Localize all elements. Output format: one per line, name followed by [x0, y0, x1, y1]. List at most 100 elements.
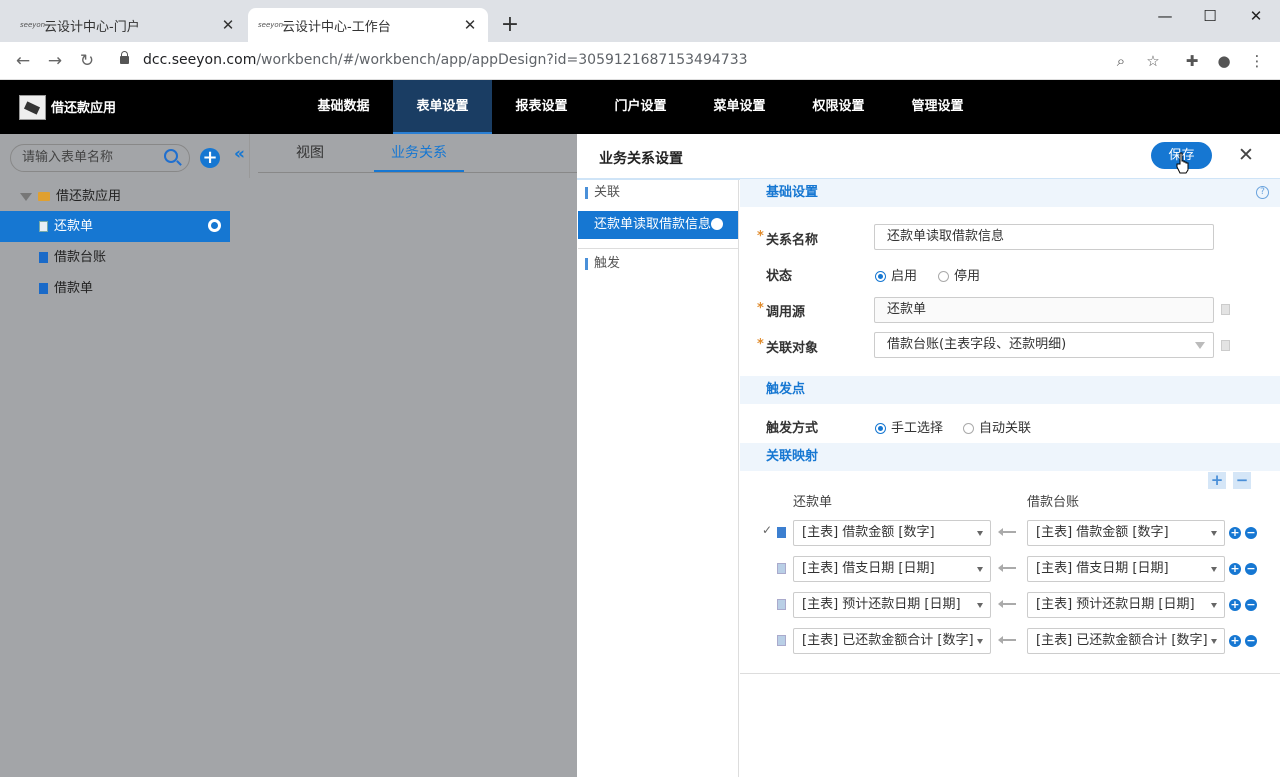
browser-menu-icon[interactable]: ⋮ — [1247, 51, 1267, 71]
form-doc-icon — [39, 283, 48, 294]
add-row-icon[interactable]: + — [1229, 635, 1241, 647]
help-icon[interactable]: ? — [1256, 186, 1269, 199]
mapping-row: [主表] 借支日期 [日期] [主表] 借支日期 [日期] + − — [760, 556, 1280, 582]
radio-label: 停用 — [954, 269, 981, 284]
select-value: [主表] 借支日期 [日期] — [1036, 561, 1169, 576]
menu-permission-settings[interactable]: 权限设置 — [789, 80, 888, 134]
target-doc-icon[interactable] — [1221, 340, 1230, 351]
target-select-value: 借款台账(主表字段、还款明细) — [887, 337, 1067, 352]
form-doc-icon — [39, 252, 48, 263]
trigger-auto-radio[interactable]: 自动关联 — [963, 417, 1031, 436]
add-row-icon[interactable]: + — [1229, 563, 1241, 575]
mapping-left-select[interactable]: [主表] 预计还款日期 [日期] — [793, 592, 991, 618]
maximize-button[interactable]: ☐ — [1195, 6, 1225, 26]
source-input[interactable]: 还款单 — [874, 297, 1214, 323]
add-row-icon[interactable]: + — [1229, 527, 1241, 539]
app-header: 借还款应用 基础数据 表单设置 报表设置 门户设置 菜单设置 权限设置 管理设置 — [0, 80, 1280, 134]
caret-down-icon[interactable] — [1211, 603, 1217, 608]
check-icon: ✓ — [762, 523, 773, 537]
extensions-puzzle-icon[interactable]: ✚ — [1182, 51, 1202, 71]
forward-arrow-icon[interactable]: → — [44, 51, 66, 71]
select-value: [主表] 借款金额 [数字] — [802, 525, 935, 540]
add-form-button[interactable]: + — [200, 148, 220, 168]
tab-close-icon[interactable]: ✕ — [220, 16, 236, 34]
arrow-left-icon — [998, 636, 1016, 644]
add-row-icon[interactable]: + — [1229, 599, 1241, 611]
new-tab-button[interactable]: + — [498, 13, 522, 37]
remove-row-icon[interactable]: − — [1245, 599, 1257, 611]
tree-label: 借款台账 — [54, 250, 107, 265]
browser-tab-portal[interactable]: seeyon 云设计中心-门户 ✕ — [10, 8, 246, 42]
hand-cursor-icon — [1176, 152, 1189, 174]
tree-label: 借还款应用 — [56, 189, 122, 204]
caret-down-icon[interactable] — [20, 192, 32, 201]
status-enabled-radio[interactable]: 启用 — [875, 265, 917, 284]
mapping-left-select[interactable]: [主表] 借支日期 [日期] — [793, 556, 991, 582]
label-text: 关联对象 — [766, 341, 819, 356]
tab-view[interactable]: 视图 — [280, 134, 340, 172]
arrow-left-icon — [998, 600, 1016, 608]
radio-unchecked-icon[interactable] — [963, 423, 974, 434]
dropdown-arrow-icon[interactable] — [1195, 342, 1205, 349]
target-select[interactable]: 借款台账(主表字段、还款明细) — [874, 332, 1214, 358]
menu-report-settings[interactable]: 报表设置 — [492, 80, 591, 134]
add-mapping-button[interactable]: + — [1208, 472, 1226, 489]
caret-down-icon[interactable] — [977, 531, 983, 536]
remove-row-icon[interactable]: − — [1245, 635, 1257, 647]
minimize-button[interactable]: — — [1150, 6, 1180, 26]
gear-icon[interactable] — [208, 219, 221, 232]
form-search-input[interactable]: 请输入表单名称 — [10, 144, 190, 172]
seeyon-favicon-icon: seeyon — [258, 21, 284, 29]
menu-form-settings[interactable]: 表单设置 — [393, 80, 492, 134]
radio-checked-icon[interactable] — [875, 423, 886, 434]
mapping-left-select[interactable]: [主表] 借款金额 [数字] — [793, 520, 991, 546]
remove-row-icon[interactable]: − — [1245, 527, 1257, 539]
select-value: [主表] 预计还款日期 [日期] — [802, 597, 961, 612]
arrow-left-icon — [998, 564, 1016, 572]
remove-mapping-button[interactable]: − — [1233, 472, 1251, 489]
lock-icon[interactable] — [120, 51, 129, 64]
mapping-left-select[interactable]: [主表] 已还款金额合计 [数字] — [793, 628, 991, 654]
source-label: * 调用源 — [757, 301, 806, 320]
remove-row-icon[interactable]: − — [1245, 563, 1257, 575]
close-icon[interactable]: ✕ — [1236, 144, 1256, 166]
radio-checked-icon[interactable] — [875, 271, 886, 282]
tree-item-loan-ledger[interactable]: 借款台账 — [0, 242, 230, 273]
tree-folder-app[interactable]: 借还款应用 — [0, 181, 230, 212]
collapse-sidebar-icon[interactable]: « — [230, 134, 250, 178]
tab-business-relation[interactable]: 业务关系 — [374, 134, 464, 172]
mapping-right-select[interactable]: [主表] 借款金额 [数字] — [1027, 520, 1225, 546]
caret-down-icon[interactable] — [977, 639, 983, 644]
zoom-icon[interactable]: ⌕ — [1111, 51, 1131, 71]
tree-item-repayment-form[interactable]: 还款单 — [0, 211, 230, 242]
mapping-right-select[interactable]: [主表] 已还款金额合计 [数字] — [1027, 628, 1225, 654]
radio-unchecked-icon[interactable] — [938, 271, 949, 282]
window-close-button[interactable]: ✕ — [1241, 6, 1271, 26]
menu-menu-settings[interactable]: 菜单设置 — [690, 80, 789, 134]
reload-icon[interactable]: ↻ — [76, 51, 98, 71]
relation-name-input[interactable]: 还款单读取借款信息 — [874, 224, 1214, 250]
mapping-right-select[interactable]: [主表] 借支日期 [日期] — [1027, 556, 1225, 582]
caret-down-icon[interactable] — [977, 603, 983, 608]
address-bar[interactable]: dcc.seeyon.com/workbench/#/workbench/app… — [143, 52, 748, 68]
panel-title: 业务关系设置 — [599, 151, 683, 167]
caret-down-icon[interactable] — [1211, 567, 1217, 572]
caret-down-icon[interactable] — [1211, 531, 1217, 536]
profile-avatar-icon[interactable]: ● — [1214, 51, 1234, 71]
trigger-manual-radio[interactable]: 手工选择 — [875, 417, 943, 436]
bookmark-star-icon[interactable]: ☆ — [1143, 51, 1163, 71]
menu-portal-settings[interactable]: 门户设置 — [591, 80, 690, 134]
browser-tab-workbench[interactable]: seeyon 云设计中心-工作台 ✕ — [248, 8, 488, 42]
back-arrow-icon[interactable]: ← — [12, 51, 34, 71]
source-doc-icon[interactable] — [1221, 304, 1230, 315]
tree-item-loan-form[interactable]: 借款单 — [0, 273, 230, 304]
menu-basic-data[interactable]: 基础数据 — [294, 80, 393, 134]
tab-close-icon[interactable]: ✕ — [462, 16, 478, 34]
status-disabled-radio[interactable]: 停用 — [938, 265, 980, 284]
search-icon[interactable] — [164, 149, 178, 163]
caret-down-icon[interactable] — [1211, 639, 1217, 644]
mapping-right-select[interactable]: [主表] 预计还款日期 [日期] — [1027, 592, 1225, 618]
app-logo-icon — [19, 95, 46, 120]
menu-admin-settings[interactable]: 管理设置 — [888, 80, 987, 134]
caret-down-icon[interactable] — [977, 567, 983, 572]
